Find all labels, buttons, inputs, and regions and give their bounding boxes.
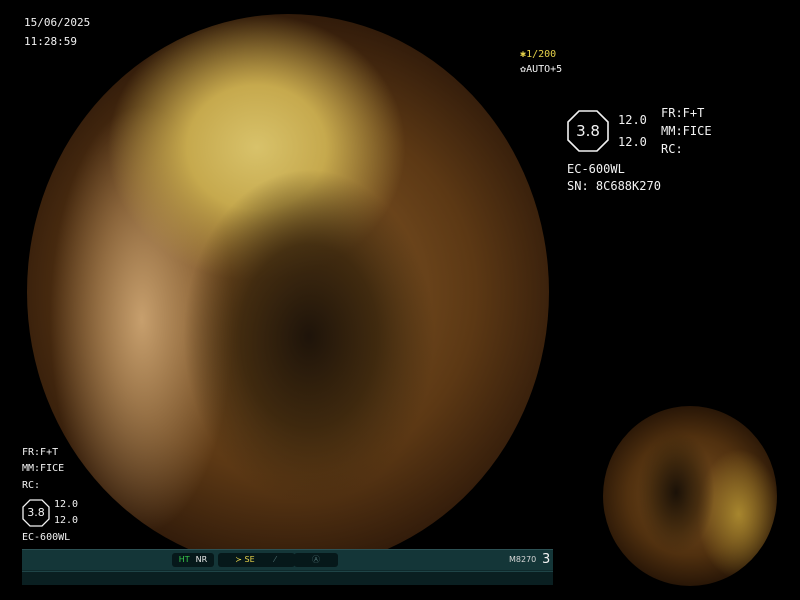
mode-pill: Ⓐ — [294, 553, 338, 567]
left-enhancement-badge: 3.8 — [22, 499, 50, 527]
left-fr-label: FR:F+T — [22, 447, 59, 458]
mm-label: MM:FICE — [661, 124, 712, 138]
status-strip: HT NR ≻ SE ⁄ Ⓐ M8270 3 — [22, 550, 553, 570]
ht-nr-pill: HT NR — [172, 553, 214, 567]
endoscope-pip-view — [603, 406, 777, 586]
time-label: 11:28:59 — [24, 35, 77, 48]
freeze-pill: ⁄ — [255, 553, 295, 567]
status-bar: HT NR ≻ SE ⁄ Ⓐ M8270 3 — [22, 549, 553, 585]
value-top: 12.0 — [618, 113, 647, 127]
endoscope-main-view — [27, 14, 549, 570]
left-rc-label: RC: — [22, 480, 41, 491]
left-mm-label: MM:FICE — [22, 463, 65, 474]
rc-label: RC: — [661, 142, 683, 156]
left-value-top: 12.0 — [54, 499, 79, 510]
status-number: 3 — [542, 552, 551, 567]
freeze-icon: ⁄ — [274, 555, 276, 564]
auto-readout: ✿AUTO+5 — [520, 64, 563, 75]
structure-enhance-icon: ≻ — [235, 555, 242, 564]
date-label: 15/06/2025 — [24, 16, 91, 29]
mode-icon: Ⓐ — [312, 555, 320, 564]
left-badge-value: 3.8 — [27, 506, 45, 519]
fr-label: FR:F+T — [661, 106, 705, 120]
left-value-bottom: 12.0 — [54, 515, 79, 526]
ht-label: HT — [178, 555, 190, 564]
scope-serial: SN: 8C688K270 — [567, 179, 661, 193]
badge-value: 3.8 — [576, 122, 600, 140]
se-label: SE — [244, 555, 255, 564]
scope-model: EC-600WL — [567, 162, 625, 176]
status-strip-bottom — [22, 571, 553, 585]
left-scope-model: EC-600WL — [22, 532, 71, 543]
status-code: M8270 — [509, 555, 537, 564]
enhancement-badge: 3.8 — [567, 110, 609, 152]
value-bottom: 12.0 — [618, 135, 647, 149]
nr-label: NR — [195, 555, 208, 564]
